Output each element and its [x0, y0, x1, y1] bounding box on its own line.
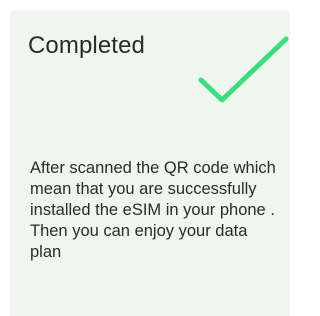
card-description: After scanned the QR code which mean tha…	[30, 159, 276, 261]
completed-card: Completed After scanned the QR code whic…	[10, 10, 290, 316]
card-title: Completed	[28, 32, 145, 59]
checkmark-icon	[198, 36, 292, 106]
